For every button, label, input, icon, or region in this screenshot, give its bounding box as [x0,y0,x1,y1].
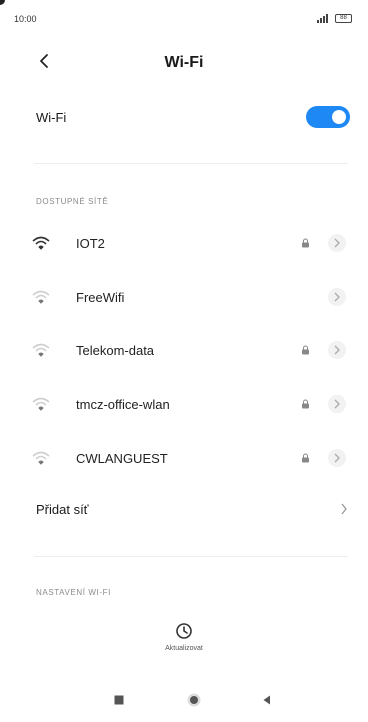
network-row-freewifi[interactable]: FreeWifi [32,283,350,313]
wifi-toggle-row[interactable]: Wi-Fi [36,103,350,133]
lock-icon [302,399,309,409]
wifi-signal-weak-icon [32,290,50,304]
network-details-button[interactable] [328,449,346,467]
lock-icon [302,238,309,248]
network-name: Telekom-data [76,343,155,358]
lock-icon [302,345,309,355]
network-row-cwlanguest[interactable]: CWLANGUEST [32,444,350,474]
network-name: tmcz-office-wlan [76,397,170,412]
network-row-tmcz-office-wlan[interactable]: tmcz-office-wlan [32,390,350,420]
status-icons: 88 [317,14,352,23]
divider [34,163,348,164]
network-row-telekom-data[interactable]: Telekom-data [32,336,350,366]
add-network-row[interactable]: Přidat síť [36,497,350,523]
wifi-signal-weak-icon [32,397,50,411]
network-row-iot2[interactable]: IOT2 [32,229,350,259]
status-bar: 10:00 88 [14,14,352,28]
add-network-label: Přidat síť [36,502,89,517]
wifi-signal-full-icon [32,236,50,250]
back-nav-icon[interactable] [261,694,273,706]
wifi-toggle-switch[interactable] [306,106,350,128]
available-networks-header: DOSTUPNÉ SÍTĚ [36,197,109,206]
status-time: 10:00 [14,14,37,24]
chevron-right-icon [334,453,340,463]
network-details-button[interactable] [328,395,346,413]
network-name: FreeWifi [76,290,125,305]
chevron-right-icon [341,503,347,515]
lock-icon [302,453,309,463]
refresh-button[interactable]: Aktualizovat [0,621,368,665]
refresh-icon [176,623,192,639]
navigation-bar [0,690,368,714]
toggle-knob [332,110,346,124]
chevron-right-icon [334,292,340,302]
network-details-button[interactable] [328,288,346,306]
network-details-button[interactable] [328,234,346,252]
chevron-right-icon [334,399,340,409]
network-name: CWLANGUEST [76,451,168,466]
page-title: Wi-Fi [164,54,204,71]
wifi-toggle-label: Wi-Fi [36,110,67,125]
home-icon[interactable] [186,692,202,708]
network-name: IOT2 [76,236,105,251]
header: Wi-Fi [0,48,368,78]
network-details-button[interactable] [328,341,346,359]
screen-corner [0,0,5,5]
cell-signal-icon [317,14,331,23]
divider [34,556,348,557]
recent-apps-icon[interactable] [113,694,125,706]
refresh-label: Aktualizovat [165,645,203,652]
battery-icon: 88 [335,14,352,23]
wifi-signal-weak-icon [32,343,50,357]
chevron-right-icon [334,238,340,248]
wifi-signal-weak-icon [32,451,50,465]
chevron-right-icon [334,345,340,355]
wifi-settings-header: NASTAVENÍ WI-FI [36,588,111,597]
